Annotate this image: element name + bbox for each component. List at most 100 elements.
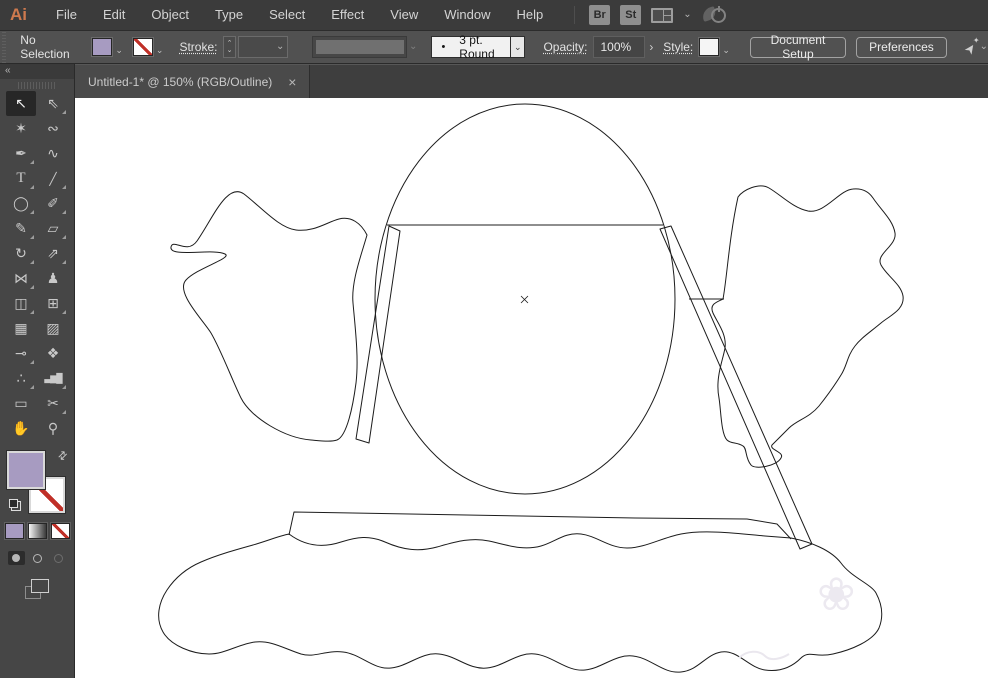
menu-type[interactable]: Type — [202, 0, 256, 30]
menu-select[interactable]: Select — [256, 0, 318, 30]
style-swatch[interactable] — [699, 38, 720, 56]
document-tab[interactable]: Untitled-1* @ 150% (RGB/Outline) × — [75, 65, 311, 98]
stroke-panel-link[interactable]: Stroke: — [179, 40, 217, 54]
cursor-star-icon[interactable]: ➤ ✦ — [961, 36, 980, 57]
default-fill-stroke-icon[interactable] — [9, 499, 21, 511]
ellipse-tool-icon: ◯ — [13, 195, 29, 211]
hand-tool-icon: ✋ — [12, 420, 30, 436]
shape-builder-tool[interactable]: ◫ — [6, 291, 36, 316]
line-segment-tool[interactable]: ╱ — [38, 166, 68, 191]
rotate-tool[interactable]: ↻ — [6, 241, 36, 266]
bridge-button[interactable]: Br — [589, 5, 611, 25]
selection-tool[interactable]: ↖ — [6, 91, 36, 116]
hand-tool[interactable]: ✋ — [6, 416, 36, 441]
menu-separator — [574, 6, 576, 24]
mesh-tool[interactable]: ▦ — [6, 316, 36, 341]
opacity-field[interactable]: 100% — [593, 36, 646, 58]
draw-inside-icon[interactable] — [50, 551, 67, 565]
fill-chevron-icon[interactable]: ⌄ — [115, 45, 123, 56]
curvature-tool[interactable]: ∿ — [38, 141, 68, 166]
chevron-down-icon[interactable]: ⌄ — [683, 10, 691, 20]
workspace-layout-icon[interactable] — [651, 7, 674, 23]
power-icon[interactable] — [700, 5, 728, 25]
stepper-down-icon[interactable]: ⌄ — [227, 47, 233, 54]
stroke-width-dropdown[interactable]: ⌄ — [237, 36, 289, 58]
puppet-warp-tool[interactable]: ♟ — [38, 266, 68, 291]
menu-file[interactable]: File — [43, 0, 90, 30]
direct-selection-tool[interactable]: ⇖ — [38, 91, 68, 116]
document-area: Untitled-1* @ 150% (RGB/Outline) × ❀ — [75, 64, 988, 678]
panel-collapse-button[interactable]: « — [0, 64, 74, 79]
type-tool[interactable]: T — [6, 166, 36, 191]
right-arm[interactable] — [659, 225, 813, 550]
eraser-tool[interactable]: ▱ — [38, 216, 68, 241]
brush-definition-dropdown[interactable] — [312, 36, 408, 58]
perspective-grid-tool[interactable]: ⊞ — [38, 291, 68, 316]
opacity-arrow-button[interactable]: › — [645, 36, 657, 58]
menu-window[interactable]: Window — [431, 0, 503, 30]
base-plank[interactable] — [288, 511, 792, 540]
stock-button[interactable]: St — [620, 5, 642, 25]
stroke-color-swatch[interactable] — [132, 38, 153, 56]
right-hand-blob[interactable] — [711, 185, 904, 468]
line-segment-tool-icon: ╱ — [49, 171, 57, 186]
menu-help[interactable]: Help — [503, 0, 556, 30]
canvas[interactable]: ❀ — [75, 98, 988, 678]
none-button[interactable] — [50, 523, 70, 539]
fill-proxy-swatch[interactable] — [7, 451, 45, 489]
tab-close-icon[interactable]: × — [288, 75, 296, 89]
gradient-tool[interactable]: ▨ — [38, 316, 68, 341]
fill-color-swatch[interactable] — [92, 38, 113, 56]
paintbrush-tool-icon: ✐ — [47, 195, 59, 211]
draw-normal-icon[interactable] — [7, 551, 25, 565]
stroke-width-stepper[interactable]: ⌃ ⌄ — [223, 36, 236, 58]
stepper-up-icon[interactable]: ⌃ — [227, 40, 233, 47]
style-chevron-icon[interactable]: ⌄ — [722, 45, 730, 56]
brush-stroke-combo[interactable]: • 3 pt. Round — [431, 33, 512, 61]
pen-tool-icon: ✒ — [15, 145, 27, 161]
artboard-tool[interactable]: ▭ — [6, 391, 36, 416]
document-setup-button[interactable]: Document Setup — [749, 33, 847, 61]
column-graph-tool[interactable]: ▃▆█ — [38, 366, 68, 391]
left-hand-blob[interactable] — [170, 191, 368, 442]
preferences-button[interactable]: Preferences — [856, 36, 947, 58]
pen-tool[interactable]: ✒ — [6, 141, 36, 166]
lasso-tool[interactable]: ∾ — [38, 116, 68, 141]
menu-edit[interactable]: Edit — [90, 0, 138, 30]
swap-fill-stroke-icon[interactable]: ⇄ — [55, 448, 70, 463]
style-panel-link[interactable]: Style: — [663, 40, 693, 54]
paintbrush-tool[interactable]: ✐ — [38, 191, 68, 216]
opacity-panel-link[interactable]: Opacity: — [543, 40, 587, 54]
artwork-svg[interactable]: ❀ — [75, 98, 988, 678]
symbol-sprayer-tool[interactable]: ∴ — [6, 366, 36, 391]
rotate-tool-icon: ↻ — [15, 245, 27, 261]
control-bar-grip[interactable] — [0, 31, 7, 63]
magic-wand-tool[interactable]: ✶ — [6, 116, 36, 141]
screen-mode-button[interactable] — [25, 579, 49, 599]
slice-tool[interactable]: ✂ — [38, 391, 68, 416]
flyout-indicator-icon — [30, 385, 34, 389]
draw-behind-icon[interactable] — [29, 551, 46, 565]
blend-tool[interactable]: ❖ — [38, 341, 68, 366]
stroke-width-chevron-icon[interactable]: ⌄ — [276, 42, 284, 52]
cursor-star-chevron-icon[interactable]: ⌄ — [980, 42, 988, 52]
center-mark[interactable] — [520, 295, 529, 304]
gradient-button[interactable] — [27, 523, 47, 539]
scale-tool[interactable]: ⇗ — [38, 241, 68, 266]
stroke-chevron-icon[interactable]: ⌄ — [156, 45, 164, 56]
color-button[interactable] — [4, 523, 24, 539]
brush-definition-chevron-icon[interactable]: ⌄ — [409, 42, 417, 52]
ellipse-tool[interactable]: ◯ — [6, 191, 36, 216]
brush-stroke-chevron-icon[interactable]: ⌄ — [511, 36, 526, 58]
shaper-tool[interactable]: ✎ — [6, 216, 36, 241]
width-tool[interactable]: ⋈ — [6, 266, 36, 291]
eyedropper-tool[interactable]: ⊸ — [6, 341, 36, 366]
zoom-tool[interactable]: ⚲ — [38, 416, 68, 441]
menu-effect[interactable]: Effect — [318, 0, 377, 30]
puppet-warp-tool-icon: ♟ — [46, 270, 60, 286]
menu-object[interactable]: Object — [138, 0, 202, 30]
menu-view[interactable]: View — [377, 0, 431, 30]
panel-grip[interactable] — [18, 82, 56, 89]
flyout-indicator-icon — [62, 410, 66, 414]
base-mound[interactable] — [158, 531, 883, 673]
